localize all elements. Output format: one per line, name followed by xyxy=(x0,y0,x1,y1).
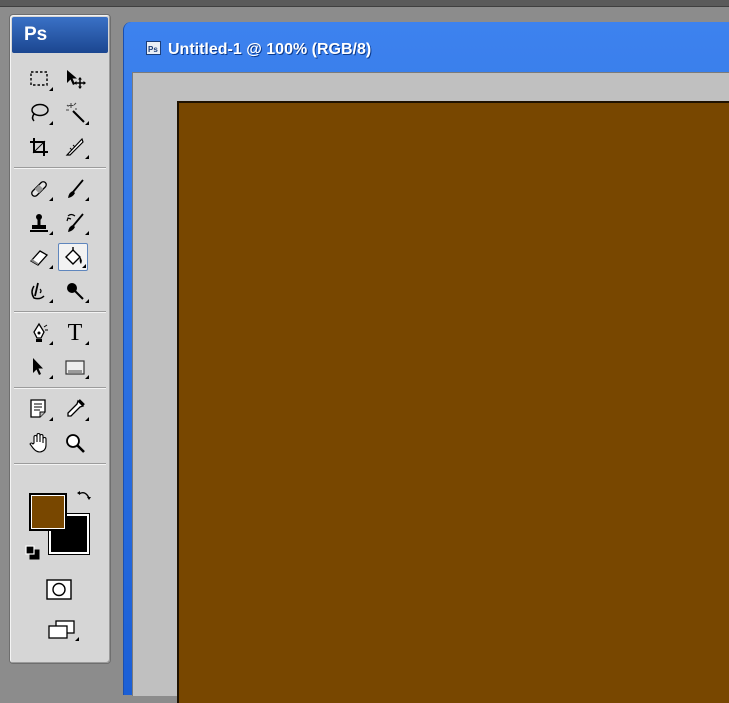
submenu-indicator xyxy=(49,417,53,421)
slice-icon xyxy=(65,137,84,156)
submenu-indicator xyxy=(85,197,89,201)
rectangle-shape-icon xyxy=(65,360,85,375)
document-pasteboard xyxy=(132,72,729,703)
paint-bucket-tool[interactable] xyxy=(58,243,88,271)
submenu-indicator xyxy=(85,375,89,379)
move-tool-icon xyxy=(67,70,86,89)
submenu-indicator xyxy=(85,417,89,421)
hand-tool[interactable] xyxy=(24,429,54,457)
submenu-indicator xyxy=(49,197,53,201)
tool-group-divider xyxy=(14,387,106,389)
rectangular-marquee-icon xyxy=(30,71,48,86)
foreground-color-swatch[interactable] xyxy=(29,493,67,531)
path-selection-tool[interactable] xyxy=(24,353,54,381)
brush-icon xyxy=(68,179,84,198)
document-title: Untitled-1 @ 100% (RGB/8) xyxy=(168,41,372,58)
type-tool-icon: T xyxy=(67,320,83,346)
quick-mask-icon[interactable] xyxy=(45,578,75,602)
type-tool[interactable]: T xyxy=(60,319,90,347)
eyedropper-icon xyxy=(67,399,85,417)
lasso-tool[interactable] xyxy=(24,99,54,127)
history-brush-tool[interactable] xyxy=(60,209,90,237)
move-tool[interactable] xyxy=(60,65,90,93)
dodge-icon xyxy=(67,283,84,300)
image-canvas[interactable] xyxy=(177,101,729,703)
clone-stamp-icon xyxy=(30,214,48,232)
submenu-indicator xyxy=(85,231,89,235)
tool-group-divider xyxy=(14,311,106,313)
document-title-bar[interactable]: Ps Untitled-1 @ 100% (RGB/8) xyxy=(124,22,729,62)
submenu-indicator xyxy=(49,341,53,345)
zoom-icon xyxy=(66,434,85,453)
screen-mode-icon[interactable] xyxy=(43,617,83,645)
submenu-indicator xyxy=(49,231,53,235)
document-icon: Ps xyxy=(146,41,161,55)
submenu-indicator xyxy=(85,341,89,345)
tool-group-divider xyxy=(14,167,106,169)
swap-colors-icon[interactable] xyxy=(76,489,92,505)
notes-icon xyxy=(30,399,46,418)
tool-group-divider xyxy=(14,463,106,465)
pen-icon xyxy=(33,322,48,342)
healing-brush-tool[interactable] xyxy=(24,175,54,203)
document-window: Ps Untitled-1 @ 100% (RGB/8) xyxy=(123,22,729,703)
eraser-icon xyxy=(29,250,49,266)
submenu-indicator xyxy=(49,375,53,379)
eraser-tool[interactable] xyxy=(24,243,54,271)
submenu-indicator xyxy=(85,155,89,159)
crop-icon xyxy=(30,138,48,156)
pen-tool[interactable] xyxy=(24,319,54,347)
history-brush-icon xyxy=(66,213,84,232)
notes-tool[interactable] xyxy=(24,395,54,423)
hand-icon xyxy=(29,432,47,453)
blur-icon xyxy=(31,282,45,300)
zoom-tool[interactable] xyxy=(60,429,90,457)
paint-bucket-icon xyxy=(65,247,82,265)
submenu-indicator xyxy=(49,87,53,91)
svg-text:Ps: Ps xyxy=(148,45,158,54)
submenu-indicator xyxy=(85,121,89,125)
rectangle-shape-tool[interactable] xyxy=(60,353,90,381)
submenu-indicator xyxy=(49,299,53,303)
rectangular-marquee-tool[interactable] xyxy=(24,65,54,93)
submenu-indicator xyxy=(49,265,53,269)
clone-stamp-tool[interactable] xyxy=(24,209,54,237)
slice-tool[interactable] xyxy=(60,133,90,161)
lasso-icon xyxy=(31,103,49,122)
ps-logo[interactable]: Ps xyxy=(12,17,108,53)
magic-wand-icon xyxy=(66,102,85,123)
healing-brush-icon xyxy=(31,181,47,197)
eyedropper-tool[interactable] xyxy=(60,395,90,423)
default-colors-icon[interactable] xyxy=(25,545,41,561)
dodge-tool[interactable] xyxy=(60,277,90,305)
path-selection-icon xyxy=(33,358,43,375)
tools-panel: Ps T xyxy=(9,14,111,664)
submenu-indicator xyxy=(49,121,53,125)
crop-tool[interactable] xyxy=(24,133,54,161)
submenu-indicator xyxy=(82,264,86,268)
magic-wand-tool[interactable] xyxy=(60,99,90,127)
blur-tool[interactable] xyxy=(24,277,54,305)
workspace-top-strip xyxy=(0,0,729,7)
submenu-indicator xyxy=(85,299,89,303)
brush-tool[interactable] xyxy=(60,175,90,203)
